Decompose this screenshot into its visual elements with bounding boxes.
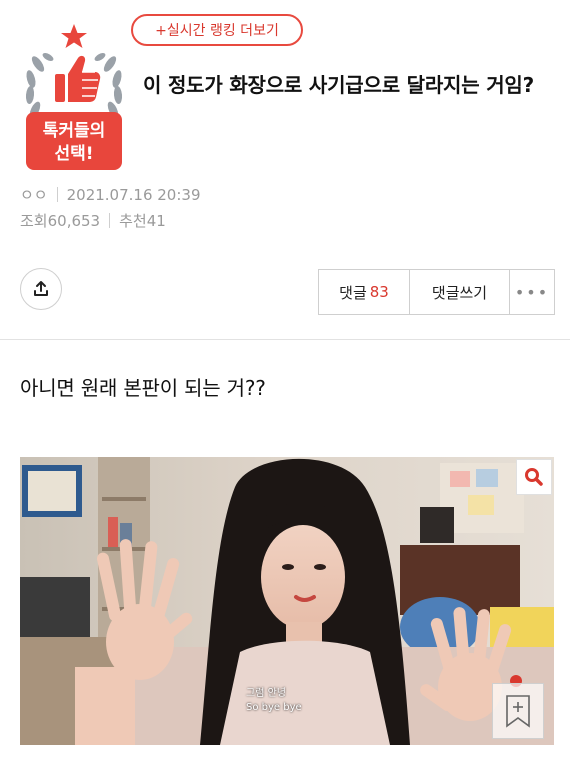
ranking-more-button[interactable]: +실시간 랭킹 더보기: [131, 14, 303, 46]
caption-line2: So bye bye: [246, 702, 302, 713]
post-datetime: 2021.07.16 20:39: [66, 185, 201, 204]
post-action-group: 댓글 83 댓글쓰기 •••: [318, 269, 555, 315]
post-meta-stats-row: 조회 60,653 추천 41: [20, 210, 166, 231]
post-image[interactable]: 그럼 안녕 So bye bye: [20, 457, 554, 745]
bookmark-add-button[interactable]: [492, 683, 544, 739]
share-icon: [34, 281, 48, 296]
comments-label: 댓글: [339, 283, 367, 302]
more-options-button[interactable]: •••: [510, 270, 554, 314]
video-caption: 그럼 안녕 So bye bye: [246, 687, 302, 715]
post-meta-author-row: ㅇㅇ 2021.07.16 20:39: [20, 184, 201, 205]
section-divider: [0, 339, 570, 340]
search-icon: [525, 468, 543, 486]
write-comment-label: 댓글쓰기: [431, 283, 488, 302]
recommend-label: 추천: [119, 212, 147, 230]
author-name[interactable]: ㅇㅇ: [20, 184, 48, 205]
post-title: 이 정도가 화장으로 사기급으로 달라지는 거임?: [143, 73, 535, 97]
bookmark-add-icon: [506, 695, 530, 728]
more-icon: •••: [514, 282, 550, 302]
ranking-more-label: +실시간 랭킹 더보기: [155, 23, 279, 39]
badge-line2: 선택!: [54, 144, 93, 164]
write-comment-button[interactable]: 댓글쓰기: [410, 270, 510, 314]
caption-line1: 그럼 안녕: [246, 688, 286, 699]
share-button[interactable]: [20, 268, 62, 310]
views-count: 60,653: [47, 211, 101, 230]
meta-divider: [109, 213, 111, 228]
badge-line1: 톡커들의: [43, 121, 106, 141]
comments-button[interactable]: 댓글 83: [319, 270, 410, 314]
talkers-choice-badge: 톡커들의 선택!: [18, 24, 130, 174]
post-body: 아니면 원래 본판이 되는 거??: [20, 376, 266, 400]
thumbs-up-icon: [55, 55, 101, 102]
star-icon: [61, 24, 87, 48]
recommend-count: 41: [146, 211, 166, 230]
views-label: 조회: [20, 212, 48, 230]
meta-divider: [56, 187, 58, 202]
comments-count: 83: [369, 283, 389, 301]
image-zoom-button[interactable]: [516, 459, 552, 495]
